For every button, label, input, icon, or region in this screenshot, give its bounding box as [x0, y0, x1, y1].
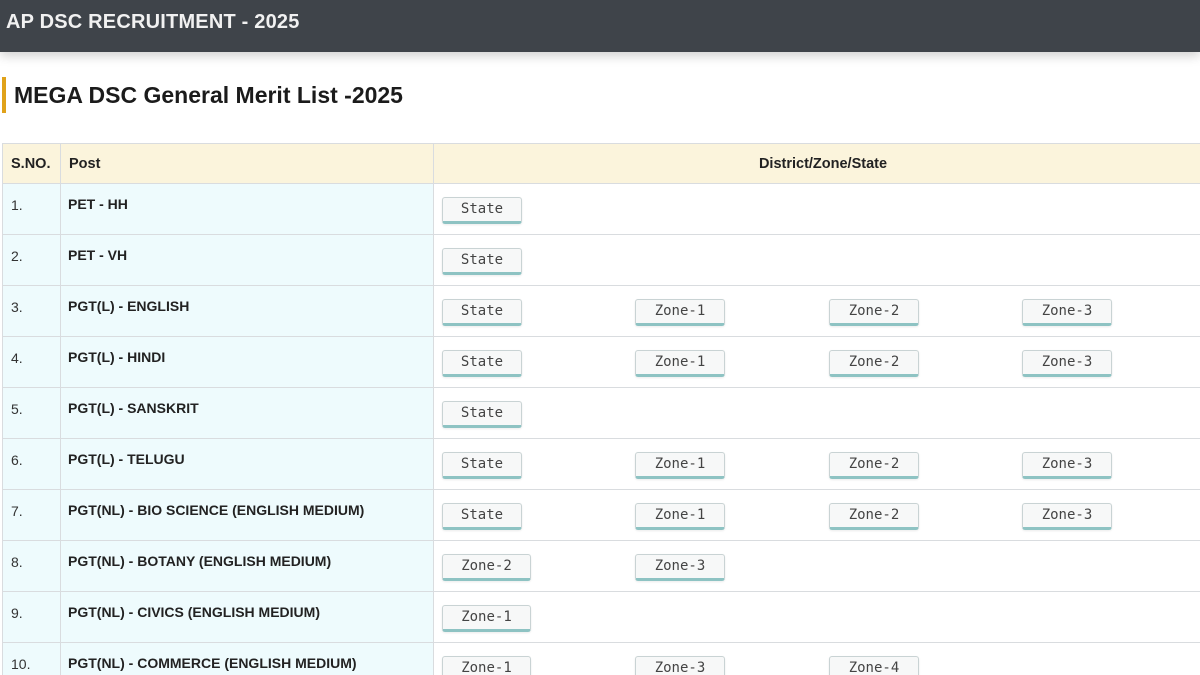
row-links: State Zone-1 Zone-2 Zone-3 — [433, 336, 1200, 388]
row-links: State Zone-1 Zone-2 Zone-3 — [433, 438, 1200, 490]
table-row: 5. PGT(L) - SANSKRIT State — [2, 387, 1200, 439]
zone-2-link-button[interactable]: Zone-2 — [829, 503, 919, 530]
row-sno: 1. — [2, 183, 61, 235]
row-post: PGT(L) - TELUGU — [60, 438, 434, 490]
row-sno: 2. — [2, 234, 61, 286]
row-links: Zone-1 Zone-3 Zone-4 — [433, 642, 1200, 675]
table-row: 9. PGT(NL) - CIVICS (ENGLISH MEDIUM) Zon… — [2, 591, 1200, 643]
row-links: State Zone-1 Zone-2 Zone-3 — [433, 285, 1200, 337]
row-links: Zone-2 Zone-3 — [433, 540, 1200, 592]
zone-3-link-button[interactable]: Zone-3 — [635, 554, 725, 581]
zone-3-link-button[interactable]: Zone-3 — [635, 656, 725, 675]
row-post: PGT(NL) - BOTANY (ENGLISH MEDIUM) — [60, 540, 434, 592]
state-link-button[interactable]: State — [442, 503, 522, 530]
zone-2-link-button[interactable]: Zone-2 — [829, 350, 919, 377]
table-row: 10. PGT(NL) - COMMERCE (ENGLISH MEDIUM) … — [2, 642, 1200, 675]
row-post: PET - HH — [60, 183, 434, 235]
table-row: 1. PET - HH State — [2, 183, 1200, 235]
state-link-button[interactable]: State — [442, 401, 522, 428]
table-header-row: S.NO. Post District/Zone/State — [2, 143, 1200, 184]
page-title-section: MEGA DSC General Merit List -2025 — [2, 77, 403, 113]
row-sno: 6. — [2, 438, 61, 490]
zone-4-link-button[interactable]: Zone-4 — [829, 656, 919, 675]
row-sno: 9. — [2, 591, 61, 643]
state-link-button[interactable]: State — [442, 452, 522, 479]
row-post: PGT(L) - SANSKRIT — [60, 387, 434, 439]
top-header-bar: AP DSC RECRUITMENT - 2025 — [0, 0, 1200, 52]
merit-list-table: S.NO. Post District/Zone/State 1. PET - … — [2, 143, 1200, 675]
table-row: 7. PGT(NL) - BIO SCIENCE (ENGLISH MEDIUM… — [2, 489, 1200, 541]
row-post: PGT(L) - HINDI — [60, 336, 434, 388]
page-title: MEGA DSC General Merit List -2025 — [14, 82, 403, 108]
table-row: 2. PET - VH State — [2, 234, 1200, 286]
row-sno: 3. — [2, 285, 61, 337]
table-row: 4. PGT(L) - HINDI State Zone-1 Zone-2 Zo… — [2, 336, 1200, 388]
row-sno: 4. — [2, 336, 61, 388]
row-post: PET - VH — [60, 234, 434, 286]
site-title: AP DSC RECRUITMENT - 2025 — [6, 11, 300, 33]
zone-1-link-button[interactable]: Zone-1 — [635, 299, 725, 326]
row-post: PGT(L) - ENGLISH — [60, 285, 434, 337]
table-row: 8. PGT(NL) - BOTANY (ENGLISH MEDIUM) Zon… — [2, 540, 1200, 592]
zone-3-link-button[interactable]: Zone-3 — [1022, 299, 1112, 326]
state-link-button[interactable]: State — [442, 248, 522, 275]
row-links: Zone-1 — [433, 591, 1200, 643]
zone-1-link-button[interactable]: Zone-1 — [635, 452, 725, 479]
row-sno: 7. — [2, 489, 61, 541]
row-links: State Zone-1 Zone-2 Zone-3 — [433, 489, 1200, 541]
state-link-button[interactable]: State — [442, 350, 522, 377]
column-header-post: Post — [60, 143, 434, 184]
zone-1-link-button[interactable]: Zone-1 — [635, 503, 725, 530]
table-row: 3. PGT(L) - ENGLISH State Zone-1 Zone-2 … — [2, 285, 1200, 337]
zone-2-link-button[interactable]: Zone-2 — [829, 299, 919, 326]
row-post: PGT(NL) - BIO SCIENCE (ENGLISH MEDIUM) — [60, 489, 434, 541]
zone-3-link-button[interactable]: Zone-3 — [1022, 503, 1112, 530]
zone-3-link-button[interactable]: Zone-3 — [1022, 350, 1112, 377]
row-post: PGT(NL) - COMMERCE (ENGLISH MEDIUM) — [60, 642, 434, 675]
column-header-sno: S.NO. — [2, 143, 61, 184]
row-sno: 10. — [2, 642, 61, 675]
zone-2-link-button[interactable]: Zone-2 — [442, 554, 531, 581]
zone-3-link-button[interactable]: Zone-3 — [1022, 452, 1112, 479]
table-row: 6. PGT(L) - TELUGU State Zone-1 Zone-2 Z… — [2, 438, 1200, 490]
zone-1-link-button[interactable]: Zone-1 — [442, 605, 531, 632]
row-sno: 5. — [2, 387, 61, 439]
row-post: PGT(NL) - CIVICS (ENGLISH MEDIUM) — [60, 591, 434, 643]
state-link-button[interactable]: State — [442, 197, 522, 224]
zone-1-link-button[interactable]: Zone-1 — [442, 656, 531, 675]
row-links: State — [433, 234, 1200, 286]
zone-2-link-button[interactable]: Zone-2 — [829, 452, 919, 479]
state-link-button[interactable]: State — [442, 299, 522, 326]
row-links: State — [433, 387, 1200, 439]
zone-1-link-button[interactable]: Zone-1 — [635, 350, 725, 377]
column-header-district-zone-state: District/Zone/State — [433, 143, 1200, 184]
row-sno: 8. — [2, 540, 61, 592]
row-links: State — [433, 183, 1200, 235]
